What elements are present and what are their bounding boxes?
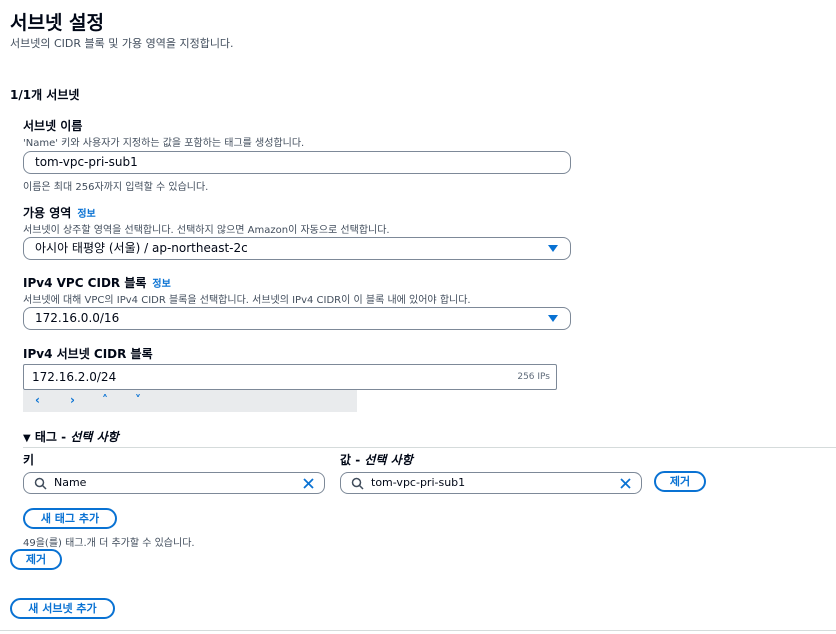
vpc-cidr-select-value: 172.16.0.0/16 — [35, 311, 120, 325]
tag-value-label-optional: 선택 사항 — [364, 453, 413, 467]
search-icon — [34, 477, 47, 490]
subnet-name-description: 'Name' 키와 사용자가 지정하는 값을 포함하는 태그를 생성합니다. — [23, 138, 305, 149]
page-subtitle: 서브넷의 CIDR 블록 및 가용 영역을 지정합니다. — [10, 37, 234, 50]
vpc-cidr-select[interactable]: 172.16.0.0/16 — [23, 307, 571, 330]
az-select[interactable]: 아시아 태평양 (서울) / ap-northeast-2c — [23, 237, 571, 260]
page-title: 서브넷 설정 — [10, 12, 105, 34]
az-info-link[interactable]: 정보 — [77, 209, 95, 220]
tag-value-label: 값 - 선택 사항 — [340, 451, 413, 468]
vpc-cidr-label-text: IPv4 VPC CIDR 블록 — [23, 276, 147, 290]
divider — [23, 447, 836, 448]
caret-down-icon — [548, 315, 558, 322]
cidr-stepper: ‹ › ˄ ˅ — [23, 390, 357, 412]
subnet-cidr-input[interactable]: 172.16.2.0/24 256 IPs — [23, 364, 557, 390]
chevron-left-icon[interactable]: ‹ — [35, 393, 40, 407]
vpc-cidr-label: IPv4 VPC CIDR 블록 정보 — [23, 274, 171, 291]
caret-down-icon: ▼ — [23, 433, 31, 444]
tag-key-label: 키 — [23, 453, 35, 467]
tags-toggle-label: 태그 - — [34, 430, 71, 444]
az-label: 가용 영역 정보 — [23, 204, 96, 221]
az-select-value: 아시아 태평양 (서울) / ap-northeast-2c — [35, 241, 248, 255]
chevron-right-icon[interactable]: › — [70, 393, 75, 407]
caret-down-icon — [548, 245, 558, 252]
subnet-cidr-ip-count: 256 IPs — [517, 372, 550, 382]
add-subnet-button[interactable]: 새 서브넷 추가 — [10, 598, 115, 619]
bottom-divider — [0, 630, 836, 631]
tag-key-input[interactable]: Name — [23, 472, 325, 494]
remove-subnet-button[interactable]: 제거 — [10, 549, 62, 570]
add-tag-button[interactable]: 새 태그 추가 — [23, 508, 117, 529]
subnet-name-constraint: 이름은 최대 256자까지 입력할 수 있습니다. — [23, 182, 209, 193]
vpc-cidr-info-link[interactable]: 정보 — [152, 279, 170, 290]
subnet-cidr-value: 172.16.2.0/24 — [32, 370, 117, 384]
tag-value-label-text: 값 - — [340, 453, 365, 467]
tag-value-value: tom-vpc-pri-sub1 — [371, 476, 466, 489]
tags-toggle-optional: 선택 사항 — [70, 430, 119, 444]
chevron-up-icon[interactable]: ˄ — [102, 393, 108, 407]
chevron-down-icon[interactable]: ˅ — [135, 393, 141, 407]
subnet-cidr-label: IPv4 서브넷 CIDR 블록 — [23, 347, 153, 361]
az-description: 서브넷이 상주할 영역을 선택합니다. 선택하지 않으면 Amazon이 자동으… — [23, 225, 390, 236]
tags-remaining: 49을(를) 태그.개 더 추가할 수 있습니다. — [23, 538, 195, 549]
az-label-text: 가용 영역 — [23, 206, 72, 220]
subnet-name-input[interactable]: tom-vpc-pri-sub1 — [23, 151, 571, 174]
clear-icon[interactable] — [303, 478, 314, 489]
tags-toggle[interactable]: ▼ 태그 - 선택 사항 — [23, 428, 119, 445]
vpc-cidr-description: 서브넷에 대해 VPC의 IPv4 CIDR 블록을 선택합니다. 서브넷의 I… — [23, 295, 471, 306]
clear-icon[interactable] — [620, 478, 631, 489]
tag-key-value: Name — [54, 476, 87, 489]
tag-value-input[interactable]: tom-vpc-pri-sub1 — [340, 472, 642, 494]
subnet-name-label: 서브넷 이름 — [23, 119, 83, 133]
search-icon — [351, 477, 364, 490]
subnet-count: 1/1개 서브넷 — [10, 88, 80, 102]
remove-tag-button[interactable]: 제거 — [654, 471, 706, 492]
